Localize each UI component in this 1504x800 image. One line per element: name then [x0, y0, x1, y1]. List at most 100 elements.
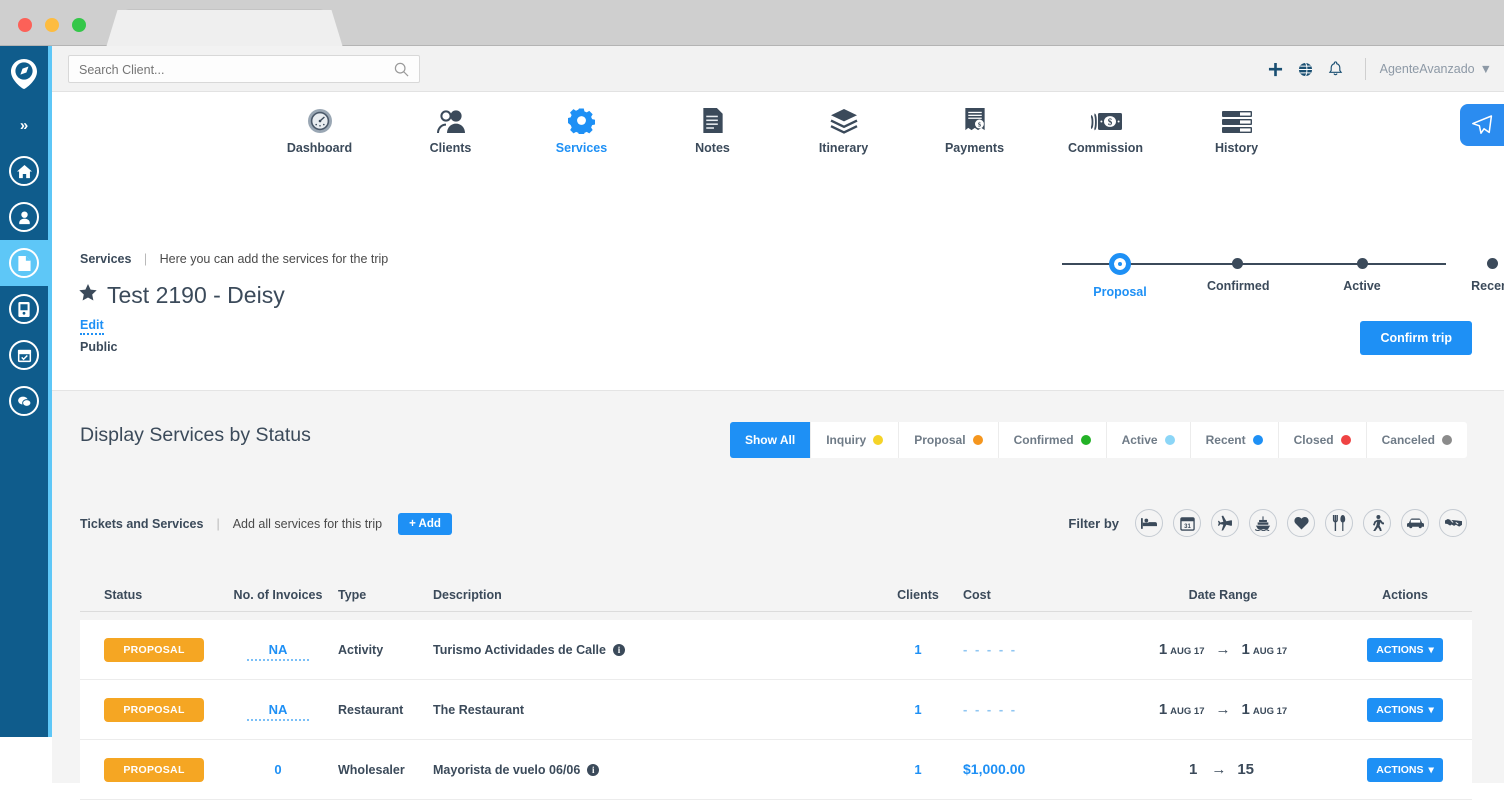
actions-button[interactable]: ACTIONS ▾: [1367, 758, 1443, 782]
column-header-actions: Actions: [1338, 588, 1472, 602]
table-row[interactable]: PROPOSAL NA Activity Turismo Actividades…: [80, 620, 1472, 680]
status-dot-icon: [1442, 435, 1452, 445]
actions-label: ACTIONS: [1376, 644, 1423, 656]
sidebar-item-profile[interactable]: [0, 194, 48, 240]
sidebar-item-messages[interactable]: [0, 378, 48, 424]
column-header-cost: Cost: [963, 588, 1108, 602]
trip-title-text: Test 2190 - Deisy: [107, 282, 285, 309]
filter-airplane-icon[interactable]: [1211, 509, 1239, 537]
close-window-button[interactable]: [18, 18, 32, 32]
invoices-link[interactable]: NA: [247, 702, 310, 721]
progress-step-confirmed[interactable]: Confirmed: [1207, 248, 1267, 293]
nav-item-history[interactable]: History: [1201, 104, 1273, 162]
expand-rail-button[interactable]: »: [0, 102, 48, 148]
status-filter-proposal[interactable]: Proposal: [899, 422, 998, 458]
filter-handshake-icon[interactable]: [1439, 509, 1467, 537]
nav-label: Dashboard: [287, 141, 352, 155]
money-icon: $: [1089, 104, 1123, 134]
minimize-window-button[interactable]: [45, 18, 59, 32]
cell-description: Mayorista de vuelo 06/06 i: [433, 763, 873, 777]
actions-button[interactable]: ACTIONS ▾: [1367, 638, 1443, 662]
send-message-fab[interactable]: [1460, 104, 1504, 146]
cell-invoices: NA: [218, 701, 338, 719]
arrow-right-icon: →: [1216, 701, 1231, 718]
trip-header: Services | Here you can add the services…: [52, 162, 1504, 391]
clients-link[interactable]: 1: [914, 642, 921, 657]
search-box[interactable]: [68, 55, 420, 83]
add-service-button[interactable]: + Add: [398, 513, 452, 535]
status-dot-icon: [1081, 435, 1091, 445]
app-logo[interactable]: [0, 46, 48, 102]
progress-step-active[interactable]: Active: [1332, 248, 1392, 293]
filter-cruise-ship-icon[interactable]: [1249, 509, 1277, 537]
window-controls[interactable]: [18, 18, 86, 32]
calendar-check-icon: [9, 340, 39, 370]
star-icon[interactable]: [78, 282, 98, 309]
start-date: 1 AUG 17: [1159, 701, 1205, 718]
nav-item-commission[interactable]: $ Commission: [1070, 104, 1142, 162]
sidebar-item-home[interactable]: [0, 148, 48, 194]
bell-icon[interactable]: [1321, 61, 1351, 77]
status-filter-closed[interactable]: Closed: [1279, 422, 1367, 458]
globe-icon[interactable]: [1291, 62, 1321, 77]
layers-icon: [829, 104, 859, 134]
nav-item-payments[interactable]: $ Payments: [939, 104, 1011, 162]
status-filter-confirmed[interactable]: Confirmed: [999, 422, 1107, 458]
info-icon[interactable]: i: [587, 764, 599, 776]
status-filter-active[interactable]: Active: [1107, 422, 1191, 458]
filter-calendar-icon[interactable]: 31: [1173, 509, 1201, 537]
confirm-trip-button[interactable]: Confirm trip: [1360, 321, 1472, 355]
nav-item-services[interactable]: Services: [546, 104, 618, 162]
tickets-separator: |: [216, 517, 219, 531]
book-icon: [9, 294, 39, 324]
filter-walking-icon[interactable]: [1363, 509, 1391, 537]
invoices-link[interactable]: NA: [247, 642, 310, 661]
info-icon[interactable]: i: [613, 644, 625, 656]
filter-car-icon[interactable]: [1401, 509, 1429, 537]
nav-item-notes[interactable]: Notes: [677, 104, 749, 162]
invoice-icon: $: [964, 104, 986, 134]
invoices-link[interactable]: 0: [252, 762, 303, 779]
progress-step-recent[interactable]: Recent: [1462, 248, 1504, 293]
sidebar-item-library[interactable]: [0, 286, 48, 332]
chevron-down-icon: ▾: [1428, 644, 1433, 656]
edit-trip-link[interactable]: Edit: [80, 318, 104, 335]
sidebar-item-documents[interactable]: [0, 240, 48, 286]
table-row[interactable]: PROPOSAL 0 Wholesaler Mayorista de vuelo…: [80, 740, 1472, 800]
search-icon[interactable]: [394, 62, 409, 82]
cell-clients: 1: [873, 641, 963, 659]
nav-item-itinerary[interactable]: Itinerary: [808, 104, 880, 162]
progress-label: Recent: [1462, 279, 1504, 293]
search-input[interactable]: [79, 61, 379, 79]
nav-item-clients[interactable]: Clients: [415, 104, 487, 162]
progress-step-proposal[interactable]: Proposal: [1090, 248, 1150, 299]
clients-link[interactable]: 1: [914, 702, 921, 717]
end-day: 1: [1242, 701, 1250, 718]
column-header-description: Description: [433, 588, 873, 602]
actions-label: ACTIONS: [1376, 704, 1423, 716]
actions-button[interactable]: ACTIONS ▾: [1367, 698, 1443, 722]
filter-label: Show All: [745, 433, 795, 447]
status-filter-canceled[interactable]: Canceled: [1367, 422, 1467, 458]
sidebar-item-calendar[interactable]: [0, 332, 48, 378]
filter-heart-icon[interactable]: [1287, 509, 1315, 537]
table-row[interactable]: PROPOSAL NA Restaurant The Restaurant 1: [80, 680, 1472, 740]
clients-link[interactable]: 1: [914, 762, 921, 777]
cost-value: - - - - -: [963, 642, 1017, 657]
browser-tab[interactable]: [122, 10, 327, 46]
plus-icon[interactable]: [1261, 62, 1291, 77]
status-filter-inquiry[interactable]: Inquiry: [811, 422, 899, 458]
zoom-window-button[interactable]: [72, 18, 86, 32]
status-filter-show-all[interactable]: Show All: [730, 422, 811, 458]
cell-date-range: 1 AUG 17 → 1 AUG 17: [1108, 641, 1338, 658]
nav-label: Services: [556, 141, 607, 155]
end-date: 15: [1237, 761, 1257, 778]
nav-item-dashboard[interactable]: Dashboard: [284, 104, 356, 162]
filter-restaurant-icon[interactable]: [1325, 509, 1353, 537]
status-filter-recent[interactable]: Recent: [1191, 422, 1279, 458]
user-menu[interactable]: AgenteAvanzado ▼: [1380, 62, 1492, 76]
cell-clients: 1: [873, 701, 963, 719]
column-header-clients: Clients: [873, 588, 963, 602]
filter-bed-icon[interactable]: [1135, 509, 1163, 537]
chat-icon: [9, 386, 39, 416]
